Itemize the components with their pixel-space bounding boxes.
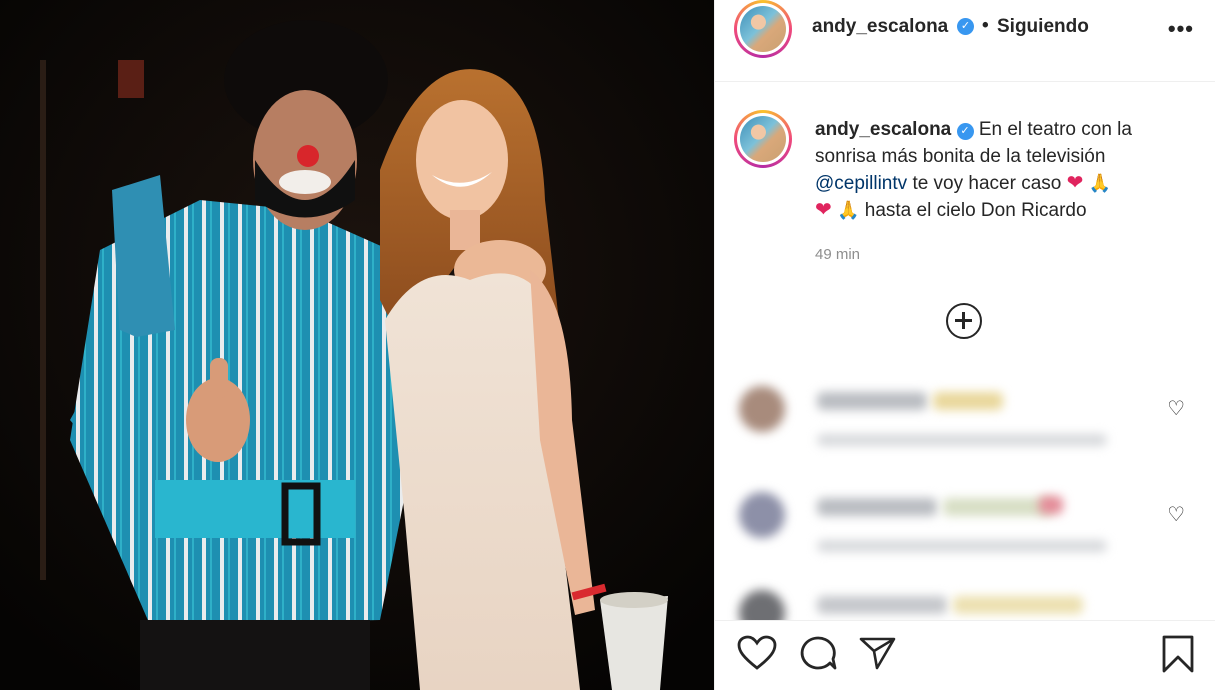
verified-badge-icon: ✓ xyxy=(957,18,974,35)
post-side-panel: andy_escalona ✓ • Siguiendo ••• andy_esc… xyxy=(714,0,1215,690)
caption-username[interactable]: andy_escalona xyxy=(815,119,951,140)
caption-avatar[interactable] xyxy=(734,110,792,168)
comment-item: ♡ xyxy=(739,380,1185,470)
comment-like-heart-icon[interactable]: ♡ xyxy=(1167,396,1185,421)
caption-text-line1: En el teatro con la xyxy=(978,119,1132,140)
red-heart-emoji-icon: ❤ xyxy=(1066,172,1084,194)
comment-username-blurred xyxy=(817,392,927,410)
author-username[interactable]: andy_escalona xyxy=(812,16,948,38)
post-action-bar xyxy=(715,620,1215,690)
comment-username-blurred xyxy=(817,498,937,516)
comment-text-blurred xyxy=(933,392,1003,410)
caption-text-line3: te voy hacer caso xyxy=(912,173,1062,194)
comment-item: ♡ xyxy=(739,486,1185,576)
post-photo[interactable] xyxy=(0,0,714,690)
comment-avatar[interactable] xyxy=(739,386,785,432)
caption-text-line4: hasta el cielo Don Ricardo xyxy=(864,200,1087,221)
more-options-icon[interactable]: ••• xyxy=(1168,16,1194,42)
comment-meta-blurred xyxy=(817,540,1107,552)
comment-text-blurred xyxy=(953,596,1083,614)
praying-hands-emoji-icon: 🙏 xyxy=(1088,173,1112,193)
follow-status-button[interactable]: Siguiendo xyxy=(997,16,1089,38)
author-avatar[interactable] xyxy=(734,0,792,58)
post-header: andy_escalona ✓ • Siguiendo ••• xyxy=(715,0,1215,82)
post-timestamp[interactable]: 49 min xyxy=(815,246,860,263)
praying-hands-emoji-icon-2: 🙏 xyxy=(837,200,860,220)
caption-text-line2: sonrisa más bonita de la televisión xyxy=(815,146,1106,167)
comment-like-heart-icon[interactable]: ♡ xyxy=(1167,502,1185,527)
share-send-icon[interactable] xyxy=(858,635,898,671)
comment-text-blurred xyxy=(943,498,1053,516)
post-caption: andy_escalona ✓ En el teatro con la sonr… xyxy=(815,116,1175,224)
caption-mention-link[interactable]: @cepillintv xyxy=(815,173,907,194)
comment-avatar[interactable] xyxy=(739,492,785,538)
like-heart-icon[interactable] xyxy=(737,635,777,671)
comment-meta-blurred xyxy=(817,434,1107,446)
red-heart-emoji-icon-2: ❤ xyxy=(815,199,832,221)
post-photo-art xyxy=(0,0,714,690)
comment-username-blurred xyxy=(817,596,947,614)
save-bookmark-icon[interactable] xyxy=(1161,635,1195,673)
load-more-comments-icon[interactable] xyxy=(946,303,982,339)
comment-emoji-blurred xyxy=(1039,496,1063,514)
separator-dot: • xyxy=(982,15,989,36)
comment-bubble-icon[interactable] xyxy=(798,635,838,671)
caption-verified-icon: ✓ xyxy=(956,123,974,140)
